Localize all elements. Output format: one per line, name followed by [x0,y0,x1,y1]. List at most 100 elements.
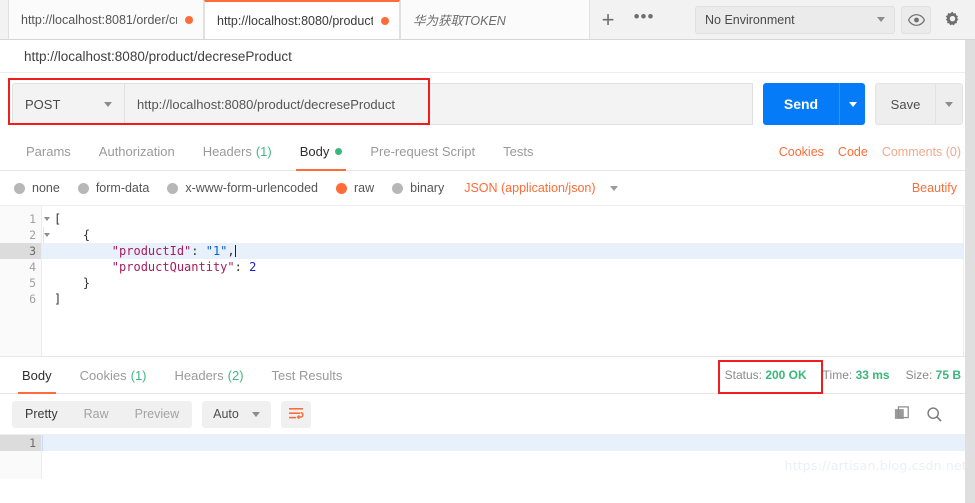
response-view-raw[interactable]: Raw [71,401,122,428]
response-tab-cookies[interactable]: Cookies (1) [66,357,161,393]
time-value: 33 ms [855,368,890,382]
new-tab-button[interactable]: + [590,0,626,39]
code-link[interactable]: Code [838,145,868,159]
line-number: 5 [0,275,41,291]
body-type-urlencoded[interactable]: x-www-form-urlencoded [167,181,318,195]
chevron-down-icon [609,185,618,191]
line-number-text: 1 [29,212,36,226]
settings-button[interactable] [937,5,967,34]
request-body-editor[interactable]: 1 2 3 4 5 6 [ { "productId": "1", "produ… [0,205,975,357]
tab-headers[interactable]: Headers (1) [189,133,286,170]
tab-pre-request-script[interactable]: Pre-request Script [356,133,489,170]
comments-link[interactable]: Comments (0) [882,145,961,159]
send-button[interactable]: Send [763,83,839,125]
body-type-label: form-data [95,181,150,195]
send-options-button[interactable] [839,83,865,125]
tab-body[interactable]: Body [286,133,357,171]
response-language-selector[interactable]: Auto [202,400,271,428]
body-type-form-data[interactable]: form-data [77,181,150,195]
response-tab-test-results[interactable]: Test Results [258,357,357,393]
line-number: 2 [0,227,50,243]
line-number-text: 3 [29,244,36,258]
body-type-row: none form-data x-www-form-urlencoded raw… [0,171,975,205]
gear-icon [945,11,958,26]
save-button[interactable]: Save [875,83,935,125]
beautify-label: Beautify [911,181,957,195]
tab-tests[interactable]: Tests [489,133,547,170]
body-type-none[interactable]: none [14,181,60,195]
response-tab-headers[interactable]: Headers (2) [161,357,258,393]
code-token: : [191,244,206,258]
line-number: 6 [0,291,41,307]
tab-count: (1) [130,367,147,383]
environment-selector[interactable]: No Environment [695,5,895,34]
line-number-text: 2 [29,228,36,242]
tab-label: Headers [174,367,224,383]
body-type-label: binary [410,181,445,195]
request-tab-2[interactable]: 华为获取TOKEN [400,0,590,39]
watermark: https://artisan.blog.csdn.net [784,458,967,473]
response-code-line [42,435,975,451]
response-view-pretty[interactable]: Pretty [12,401,71,428]
response-view-toggle: Pretty Raw Preview [12,400,193,428]
text-cursor [234,245,236,257]
save-button-group: Save [875,83,963,125]
save-options-button[interactable] [935,83,963,125]
environment-selected-label: No Environment [705,12,795,27]
code-line: } [42,275,975,291]
request-tab-1[interactable]: http://localhost:8080/product/de [204,0,400,39]
response-view-preview[interactable]: Preview [122,401,192,428]
body-type-binary[interactable]: binary [392,181,444,195]
beautify-button[interactable]: Beautify [912,181,957,195]
url-input-value: http://localhost:8080/product/decresePro… [137,96,395,112]
tab-params[interactable]: Params [12,133,85,170]
code-token: : [234,260,250,274]
body-format-selector[interactable]: JSON (application/json) [464,181,618,195]
tab-authorization[interactable]: Authorization [85,133,189,170]
send-button-group: Send [763,83,865,125]
http-method-label: POST [25,96,61,112]
editor-code-area[interactable]: [ { "productId": "1", "productQuantity":… [42,206,975,356]
tab-label: Pre-request Script [370,144,476,159]
response-tab-body[interactable]: Body [8,357,66,394]
environment-quick-look-button[interactable] [901,5,931,34]
tab-label: Headers [202,144,252,159]
line-number-text: 5 [29,276,36,290]
chevron-down-icon [848,101,857,107]
request-tab-label: http://localhost:8080/product/de [217,13,373,28]
code-line: [ [42,211,975,227]
size-value: 75 B [935,368,961,382]
request-tab-0[interactable]: http://localhost:8081/order/creat [8,0,204,39]
response-section-tabs: Body Cookies (1) Headers (2) Test Result… [0,357,975,394]
tab-label: Test Results [271,367,343,383]
line-number-text: 1 [29,436,36,450]
body-type-raw[interactable]: raw [336,181,374,195]
status-value: 200 OK [765,368,807,382]
url-input[interactable]: http://localhost:8080/product/decresePro… [124,83,753,125]
unsaved-dot-icon[interactable] [381,16,389,25]
request-tabs-actions: Cookies Code Comments (0) [779,145,975,159]
language-label: Auto [213,407,239,421]
tab-label: Body [22,367,52,383]
status-label: Status: [724,368,762,382]
line-number-text: 6 [29,292,36,306]
code-line: { [42,227,975,243]
request-tab-label: http://localhost:8081/order/creat [21,12,177,27]
search-icon[interactable] [926,406,943,423]
copy-icon[interactable] [894,406,910,422]
radio-icon [392,182,404,194]
response-body-viewer[interactable]: 1 https://artisan.blog.csdn.net [0,434,975,479]
http-method-selector[interactable]: POST [12,83,124,125]
view-label: Pretty [25,407,58,421]
unsaved-dot-icon[interactable] [185,15,193,24]
code-token-string: "1" [205,244,228,258]
response-meta: Status: 200 OK Time: 33 ms Size: 75 B [725,368,975,382]
tab-options-button[interactable]: ••• [626,0,662,39]
body-format-label: JSON (application/json) [464,181,596,195]
code-token-number: 2 [249,260,257,274]
tab-label: Authorization [98,144,175,159]
cookies-link[interactable]: Cookies [779,145,824,159]
size-label: Size: [905,368,933,382]
word-wrap-button[interactable] [280,400,311,428]
line-number-current: 3 [0,243,41,259]
